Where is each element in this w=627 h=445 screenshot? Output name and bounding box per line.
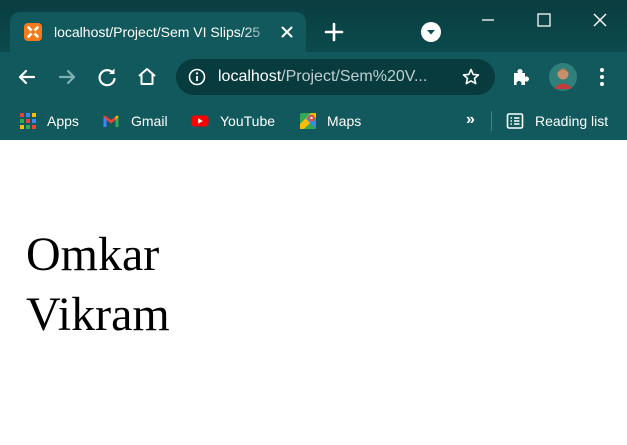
page-text-line-1: Omkar	[26, 228, 160, 281]
reading-list-icon	[506, 112, 524, 130]
site-info-icon[interactable]	[188, 68, 206, 86]
more-bookmarks-chevron-icon[interactable]: »	[466, 110, 484, 130]
window-close-icon[interactable]	[590, 10, 610, 30]
apps-grid-icon	[19, 112, 37, 130]
bookmark-gmail[interactable]: Gmail	[102, 108, 174, 134]
url-host: localhost	[218, 68, 282, 85]
bookmark-label: Apps	[47, 113, 79, 129]
bookmarks-divider	[491, 111, 492, 131]
back-arrow-icon[interactable]	[14, 64, 40, 90]
bookmark-apps[interactable]: Apps	[19, 108, 85, 134]
forward-arrow-icon[interactable]	[54, 64, 80, 90]
page-content: Omkar Vikram	[0, 140, 627, 445]
bookmark-youtube[interactable]: YouTube	[191, 108, 281, 134]
gmail-icon	[102, 112, 120, 130]
reading-list-button[interactable]: Reading list	[506, 108, 616, 134]
url-text[interactable]: localhost/Project/Sem%20V...	[218, 67, 450, 87]
tab-title: localhost/Project/Sem VI Slips/25	[54, 24, 261, 40]
minimize-icon[interactable]	[478, 10, 498, 30]
bookmark-maps[interactable]: Maps	[299, 108, 369, 134]
page-text-line-2: Vikram	[26, 288, 170, 341]
new-tab-plus-icon[interactable]	[322, 20, 346, 44]
profile-avatar[interactable]	[549, 63, 577, 91]
browser-menu-icon[interactable]	[594, 66, 610, 88]
url-path: /Project/Sem%20V...	[281, 68, 428, 85]
address-bar[interactable]: localhost/Project/Sem%20V...	[176, 59, 495, 95]
home-icon[interactable]	[134, 64, 160, 90]
bookmark-star-icon[interactable]	[461, 67, 481, 87]
reload-icon[interactable]	[94, 64, 120, 90]
bookmark-label: Maps	[327, 113, 362, 129]
bookmark-label: YouTube	[220, 113, 276, 129]
tab-search-chevron-icon[interactable]	[421, 22, 441, 42]
active-tab[interactable]: localhost/Project/Sem VI Slips/25	[10, 12, 306, 52]
maps-icon	[299, 112, 317, 130]
navigation-toolbar: localhost/Project/Sem%20V...	[0, 52, 627, 102]
reading-list-label: Reading list	[535, 113, 609, 129]
tab-strip: localhost/Project/Sem VI Slips/25	[0, 0, 627, 52]
youtube-icon	[191, 112, 209, 130]
maximize-icon[interactable]	[534, 10, 554, 30]
bookmarks-bar: Apps Gmail YouTube Maps » Reading list	[0, 102, 627, 140]
browser-chrome: localhost/Project/Sem VI Slips/25 localh…	[0, 0, 627, 140]
extensions-puzzle-icon[interactable]	[510, 66, 532, 88]
xampp-icon	[24, 23, 42, 41]
close-tab-icon[interactable]	[278, 23, 296, 41]
bookmark-label: Gmail	[131, 113, 168, 129]
